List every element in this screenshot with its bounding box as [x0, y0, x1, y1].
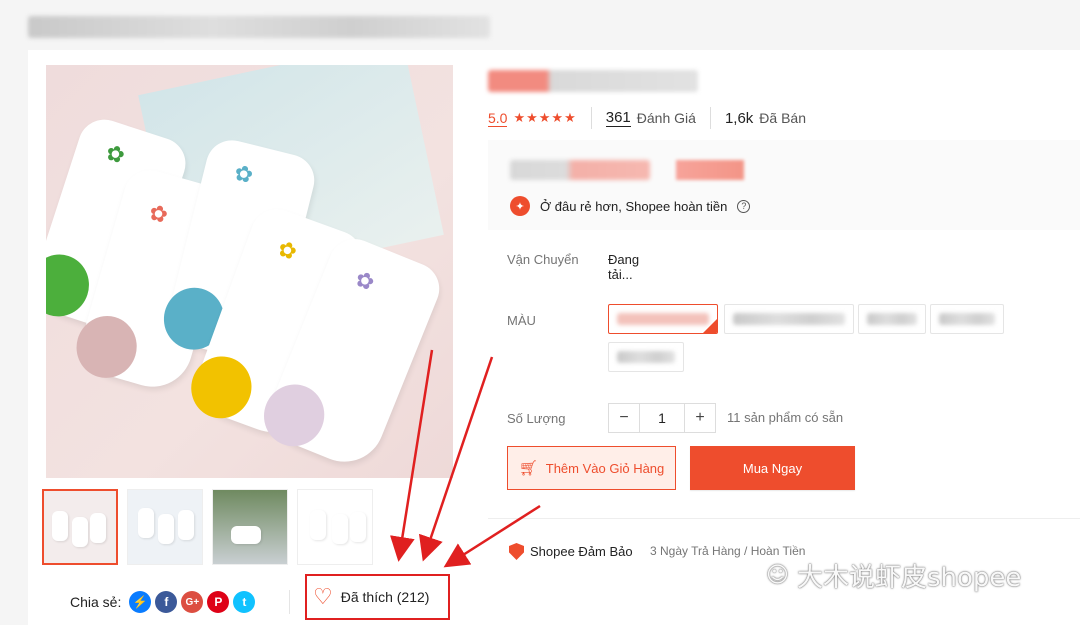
shield-icon: [509, 543, 524, 560]
price-guarantee: ✦ Ở đâu rẻ hơn, Shopee hoàn tiền ?: [510, 196, 751, 216]
buy-now-button[interactable]: Mua Ngay: [690, 446, 855, 490]
heart-icon: ♡: [313, 584, 333, 609]
help-icon[interactable]: ?: [737, 199, 751, 213]
guarantee-text: Ở đâu rẻ hơn, Shopee hoàn tiền: [540, 198, 728, 214]
star-rating-icon: ★★★★★: [513, 110, 577, 125]
like-count: Đã thích (212): [340, 589, 430, 605]
sold-label: Đã Bán: [759, 110, 806, 126]
twitter-icon[interactable]: t: [233, 591, 256, 613]
rating-row: 5.0 ★★★★★ 361 Đánh Giá 1,6k Đã Bán: [488, 107, 806, 129]
rating-score[interactable]: 5.0: [488, 110, 508, 127]
add-to-cart-button[interactable]: 🛒︎ Thêm Vào Giỏ Hàng: [507, 446, 676, 490]
reviews-count[interactable]: 361: [605, 109, 631, 127]
thumbnail[interactable]: [297, 489, 373, 565]
variant-option[interactable]: [608, 342, 684, 372]
thumbnail-strip: [42, 489, 373, 565]
product-title-blurred: [488, 70, 698, 92]
divider: [488, 518, 1080, 519]
wechat-icon: ☺: [766, 563, 789, 588]
guarantee-title: Shopee Đảm Bảo: [530, 544, 633, 559]
like-button[interactable]: ♡ Đã thích (212): [305, 574, 450, 620]
share-label: Chia sẻ:: [70, 594, 122, 610]
watermark: ☺ 大木说虾皮shopee: [766, 557, 1021, 594]
sold-count: 1,6k: [724, 109, 754, 127]
share-bar: Chia sẻ: ⚡ f G+ P t: [70, 591, 256, 613]
decrease-button[interactable]: −: [609, 404, 639, 432]
breadcrumb-blurred: [28, 16, 490, 38]
stock-text: 11 sản phẩm có sẵn: [727, 410, 844, 425]
variant-option[interactable]: [858, 304, 926, 334]
thumbnail[interactable]: [42, 489, 118, 565]
thumbnail[interactable]: [127, 489, 203, 565]
variant-option[interactable]: [930, 304, 1004, 334]
divider: [289, 590, 290, 614]
shipping-label: Vận Chuyển: [507, 252, 579, 267]
divider: [709, 107, 711, 129]
original-price-blurred: [510, 160, 650, 180]
shipping-value: Đang tải...: [608, 252, 640, 282]
cart-icon: 🛒︎: [518, 460, 538, 477]
divider: [590, 107, 592, 129]
increase-button[interactable]: +: [685, 404, 715, 432]
add-to-cart-label: Thêm Vào Giỏ Hàng: [545, 460, 665, 476]
quantity-label: Số Lượng: [507, 411, 566, 426]
watermark-text: 大木说虾皮shopee: [796, 563, 1022, 593]
thumbnail[interactable]: [212, 489, 288, 565]
messenger-icon[interactable]: ⚡: [129, 591, 152, 613]
variant-label: MÀU: [507, 313, 536, 328]
variant-option-selected[interactable]: [608, 304, 718, 334]
guarantee-badge-icon: ✦: [510, 196, 530, 216]
price-section: [488, 140, 1080, 230]
google-plus-icon[interactable]: G+: [181, 591, 204, 613]
reviews-label: Đánh Giá: [636, 110, 696, 126]
facebook-icon[interactable]: f: [155, 591, 178, 613]
quantity-stepper: − 1 +: [608, 403, 716, 433]
quantity-value[interactable]: 1: [639, 404, 685, 432]
guarantee-subtitle: 3 Ngày Trả Hàng / Hoàn Tiền: [650, 544, 806, 558]
product-main-image[interactable]: ✿ ✿ ✿ ✿ ✿: [46, 65, 453, 478]
pinterest-icon[interactable]: P: [207, 591, 230, 613]
discount-badge-blurred: [676, 160, 744, 180]
variant-option[interactable]: [724, 304, 854, 334]
shopee-guarantee[interactable]: Shopee Đảm Bảo: [509, 543, 633, 560]
